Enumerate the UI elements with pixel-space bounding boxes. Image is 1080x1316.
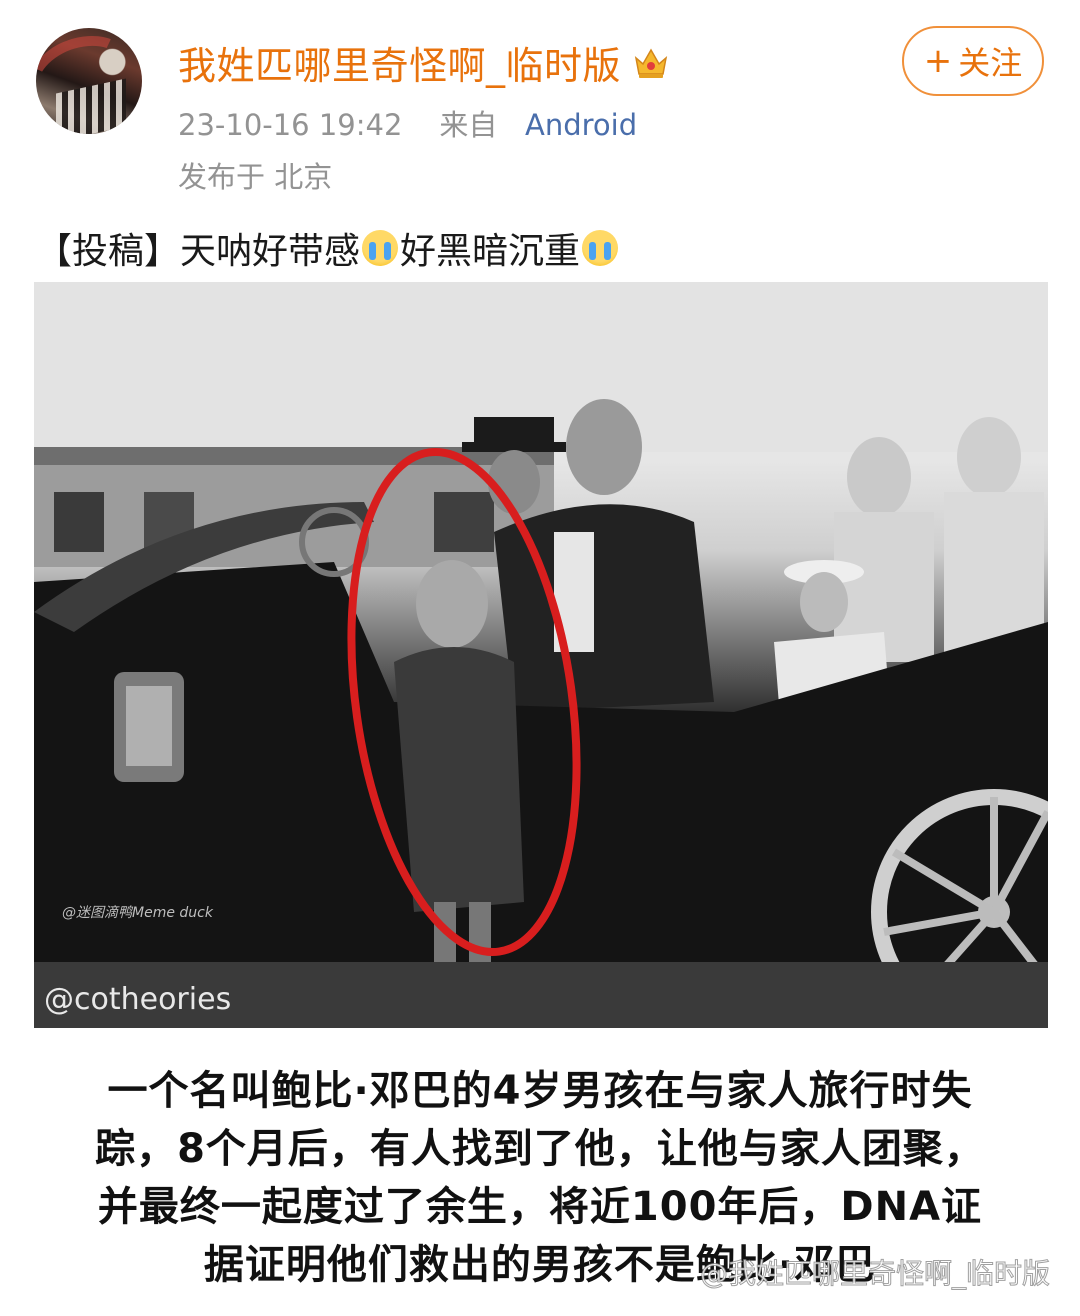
weibo-watermark: @我姓匹哪里奇怪啊_临时版 [699,1257,1051,1291]
post-image[interactable]: @迷图滴鸭Meme duck @cotheories [34,282,1048,1028]
post-location: 发布于 北京 [178,160,333,194]
caption-line: 一个名叫鲍比·邓巴的4岁男孩在与家人旅行时失 [107,1068,973,1114]
caption-line: 踪，8个月后，有人找到了他，让他与家人团聚， [95,1126,985,1172]
crown-icon [634,48,668,78]
cotheories-watermark: @cotheories [44,982,232,1017]
post-text-prefix: 【投稿】天呐好带感 [36,231,361,272]
avatar[interactable] [36,28,142,134]
timestamp: 23-10-16 19:42 [178,108,403,142]
username-row: 我姓匹哪里奇怪啊_临时版 [178,36,671,88]
meme-duck-watermark: @迷图滴鸭Meme duck [62,905,213,921]
post-text: 【投稿】天呐好带感 好黑暗沉重 [36,222,620,274]
caption-line: 并最终一起度过了余生，将近100年后，DNA证 [97,1184,983,1230]
crying-emoji-icon [582,230,619,266]
username[interactable]: 我姓匹哪里奇怪啊_临时版 [178,35,621,90]
crying-emoji-icon [362,230,399,266]
source-link[interactable]: Android [525,108,637,142]
follow-button[interactable]: + 关注 [902,26,1044,96]
post-header: 我姓匹哪里奇怪啊_临时版 23-10-16 19:42 来自 Android 发… [0,0,1080,210]
follow-label: 关注 [958,44,1023,82]
plus-icon: + [923,41,953,81]
source-prefix: 来自 [439,108,498,142]
post-meta: 23-10-16 19:42 来自 Android [178,102,637,144]
post-text-middle: 好黑暗沉重 [400,231,581,272]
